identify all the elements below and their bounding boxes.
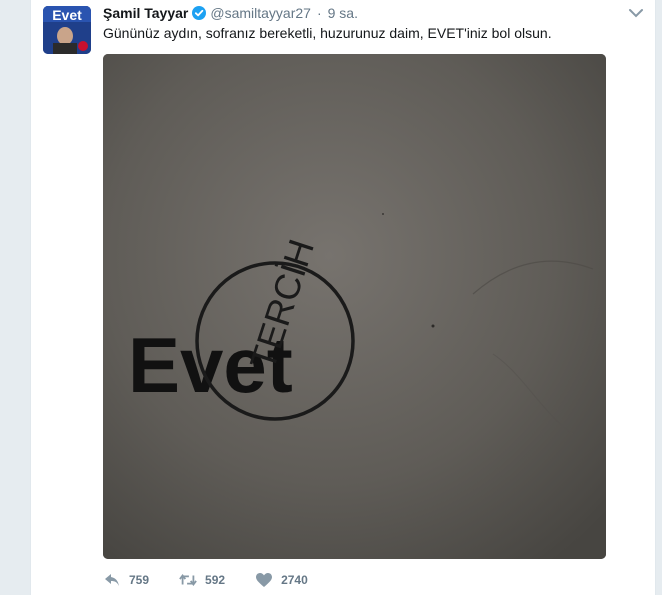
retweet-button[interactable]: 592 <box>179 572 225 588</box>
like-count: 2740 <box>281 573 308 587</box>
verified-badge-icon <box>192 6 207 20</box>
author-handle[interactable]: @samiltayyar27 <box>210 5 311 21</box>
separator-dot: · <box>316 5 322 21</box>
author-avatar[interactable]: Evet <box>43 6 91 54</box>
author-name[interactable]: Şamil Tayyar <box>103 5 188 21</box>
reply-count: 759 <box>129 573 150 587</box>
reply-button[interactable]: 759 <box>103 572 149 588</box>
tweet-card[interactable]: Evet Şamil Tayyar @samiltayyar27 · 9 sa.… <box>30 0 656 595</box>
tweet-actions: 759 592 2740 <box>103 572 338 588</box>
retweet-count: 592 <box>205 573 226 587</box>
tweet-header: Şamil Tayyar @samiltayyar27 · 9 sa. <box>103 4 358 22</box>
avatar-image: Evet <box>43 6 91 54</box>
heart-icon <box>256 573 273 587</box>
like-button[interactable]: 2740 <box>255 572 308 588</box>
chevron-down-icon[interactable] <box>627 6 645 20</box>
reply-icon <box>105 574 119 586</box>
tweet-text: Gününüz aydın, sofranız bereketli, huzur… <box>103 25 552 41</box>
retweet-icon <box>179 574 197 586</box>
tweet-photo[interactable]: Evet TERCİH <box>103 54 606 559</box>
avatar-logo-text: Evet <box>52 7 82 23</box>
tweet-timestamp[interactable]: 9 sa. <box>328 5 358 21</box>
ballot-stamp-image: Evet TERCİH <box>103 54 606 559</box>
